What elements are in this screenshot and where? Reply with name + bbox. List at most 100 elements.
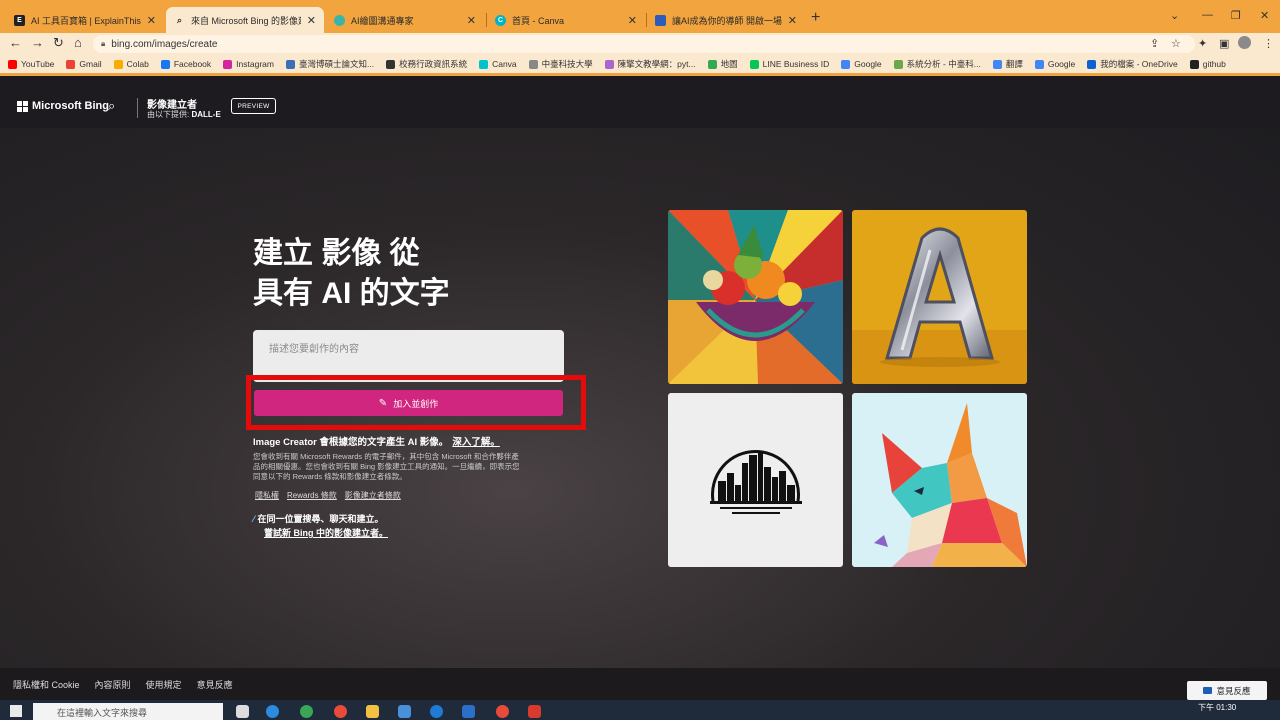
file-explorer-icon[interactable]	[366, 705, 379, 718]
hero-heading: 建立 影像 從 具有 AI 的文字	[253, 234, 450, 314]
bookmark-favicon-icon	[604, 59, 614, 69]
bookmark-item[interactable]: 陳擎文教學網：pyt...	[604, 58, 696, 70]
bookmark-label: Gmail	[79, 59, 102, 69]
bookmark-item[interactable]: Canva	[479, 59, 517, 69]
windows-taskbar: 在這裡輸入文字來搜尋 下午 01:30	[0, 700, 1280, 720]
tab-ai-tutor[interactable]: 讓AI成為你的導師 開啟一場智慧 ✕	[647, 7, 805, 33]
footer-feedback-link[interactable]: 意見反應	[197, 678, 233, 691]
bookmark-favicon-icon	[160, 59, 170, 69]
bookmark-item[interactable]: Google	[1034, 59, 1075, 69]
home-icon[interactable]: ⌂	[74, 35, 82, 50]
learn-more-link[interactable]: 深入了解。	[452, 437, 500, 448]
edge-icon[interactable]	[266, 705, 279, 718]
bookmark-star-icon[interactable]: ☆	[1171, 37, 1181, 50]
bookmark-item[interactable]: 我的檔案 - OneDrive	[1087, 58, 1178, 70]
footer-terms-link[interactable]: 使用規定	[146, 678, 182, 691]
search-icon[interactable]: ⌕	[108, 98, 115, 114]
bookmark-label: 我的檔案 - OneDrive	[1100, 59, 1178, 69]
legal-links: 隱私權 Rewards 條款 影像建立者條款	[255, 490, 401, 501]
powerpoint-icon[interactable]	[528, 705, 541, 718]
bookmark-item[interactable]: LINE Business ID	[749, 59, 830, 69]
explainthis-icon: E	[14, 14, 25, 26]
reload-icon[interactable]: ↻	[53, 35, 64, 51]
tab-bing-image-creator[interactable]: ⌕ 來自 Microsoft Bing 的影像建立 ✕	[166, 7, 324, 33]
bookmark-item[interactable]: Facebook	[160, 59, 212, 69]
privacy-link[interactable]: 隱私權	[255, 490, 279, 501]
bookmark-item[interactable]: Gmail	[66, 59, 102, 69]
bookmark-item[interactable]: github	[1189, 59, 1226, 69]
rewards-terms-link[interactable]: Rewards 條款	[287, 490, 337, 501]
sidebar-icon[interactable]: ▣	[1219, 37, 1229, 50]
bookmark-favicon-icon	[1034, 59, 1044, 69]
address-bar[interactable]: 🔒︎ bing.com/images/create	[93, 35, 1195, 53]
tab-canva[interactable]: C 首頁 - Canva ✕	[487, 7, 645, 33]
bookmark-label: Facebook	[173, 59, 212, 69]
close-icon[interactable]: ✕	[628, 14, 637, 27]
promo-text-1: 在同一位置搜尋、聊天和建立。	[257, 514, 384, 524]
forward-arrow-icon[interactable]: →	[31, 35, 44, 50]
microsoft-bing-logo[interactable]: Microsoft Bing	[17, 100, 109, 112]
back-arrow-icon[interactable]: ←	[9, 35, 22, 50]
bookmark-label: Canva	[492, 59, 517, 69]
close-icon[interactable]: ✕	[307, 14, 316, 27]
bookmark-favicon-icon	[992, 59, 1002, 69]
bookmark-item[interactable]: YouTube	[8, 59, 54, 69]
tab-search-chevron-icon[interactable]: ⌄	[1170, 9, 1179, 22]
bookmark-item[interactable]: 系統分析 - 中臺科...	[893, 58, 981, 70]
tab-title: AI 工具百寶箱 | ExplainThis	[31, 15, 141, 26]
chrome-green-icon[interactable]	[300, 705, 313, 718]
bookmark-item[interactable]: 地圖	[707, 58, 738, 70]
tab-explainthis[interactable]: E AI 工具百寶箱 | ExplainThis ✕	[6, 7, 164, 33]
mail-icon[interactable]	[430, 705, 443, 718]
footer-privacy-cookies-link[interactable]: 隱私權和 Cookie	[13, 678, 80, 691]
app-icon[interactable]	[462, 705, 475, 718]
bookmark-label: 陳擎文教學網：pyt...	[617, 59, 696, 69]
footer-content-policy-link[interactable]: 內容原則	[95, 678, 131, 691]
bing-search-icon: ⌕	[176, 14, 183, 25]
chrome-icon[interactable]	[334, 705, 347, 718]
bookmark-item[interactable]: 中臺科技大學	[528, 58, 593, 70]
taskbar-search-input[interactable]: 在這裡輸入文字來搜尋	[33, 703, 223, 720]
bookmark-item[interactable]: Instagram	[223, 59, 274, 69]
task-view-icon[interactable]	[236, 705, 249, 718]
tab-title: 讓AI成為你的導師 開啟一場智慧	[672, 15, 782, 26]
chrome-active-icon[interactable]	[496, 705, 509, 718]
close-icon[interactable]: ✕	[147, 14, 156, 27]
bookmark-favicon-icon	[707, 59, 717, 69]
share-icon[interactable]: ⇪	[1150, 37, 1159, 50]
menu-icon[interactable]: ⋮	[1263, 37, 1274, 50]
tab-title: 首頁 - Canva	[512, 15, 565, 26]
profile-avatar[interactable]	[1238, 36, 1251, 49]
bookmark-item[interactable]: 臺灣博碩士論文知...	[285, 58, 374, 70]
bookmark-item[interactable]: Google	[841, 59, 882, 69]
bookmark-favicon-icon	[749, 59, 759, 69]
bookmark-favicon-icon	[8, 59, 17, 69]
store-icon[interactable]	[398, 705, 411, 718]
minimize-icon[interactable]: —	[1202, 9, 1213, 21]
provided-by: 由以下提供: DALL-E	[147, 109, 221, 120]
bookmark-label: 翻譯	[1005, 59, 1023, 69]
image-creator-terms-link[interactable]: 影像建立者條款	[345, 490, 401, 501]
bing-image-creator-page: Microsoft Bing ⌕ 影像建立者 由以下提供: DALL-E PRE…	[0, 76, 1280, 668]
bookmark-label: LINE Business ID	[762, 59, 830, 69]
bookmark-favicon-icon	[386, 59, 396, 69]
page-footer: 隱私權和 Cookie 內容原則 使用規定 意見反應	[0, 668, 1280, 700]
bookmark-item[interactable]: 校務行政資訊系統	[386, 58, 467, 70]
chat-icon	[655, 14, 666, 26]
close-icon[interactable]: ✕	[788, 14, 797, 27]
bookmark-item[interactable]: 翻譯	[992, 58, 1023, 70]
close-icon[interactable]: ✕	[467, 14, 476, 27]
page-header: Microsoft Bing ⌕ 影像建立者 由以下提供: DALL-E PRE…	[0, 76, 1280, 128]
restore-icon[interactable]: ❐	[1231, 9, 1241, 22]
feedback-button[interactable]: 意見反應	[1187, 681, 1267, 700]
tab-ai-drawing[interactable]: AI繪圖溝通專家 ✕	[326, 7, 484, 33]
try-new-bing-link[interactable]: 嘗試新 Bing 中的影像建立者。	[264, 526, 388, 539]
feedback-chat-icon	[1203, 687, 1213, 694]
extensions-icon[interactable]: ✦	[1198, 37, 1207, 50]
window-close-icon[interactable]: ✕	[1260, 9, 1269, 22]
bookmark-item[interactable]: Colab	[113, 59, 149, 69]
bookmark-favicon-icon	[1189, 59, 1199, 69]
new-tab-button[interactable]: +	[811, 9, 820, 27]
bookmark-label: 校務行政資訊系統	[399, 59, 468, 69]
windows-start-icon[interactable]	[10, 705, 22, 717]
